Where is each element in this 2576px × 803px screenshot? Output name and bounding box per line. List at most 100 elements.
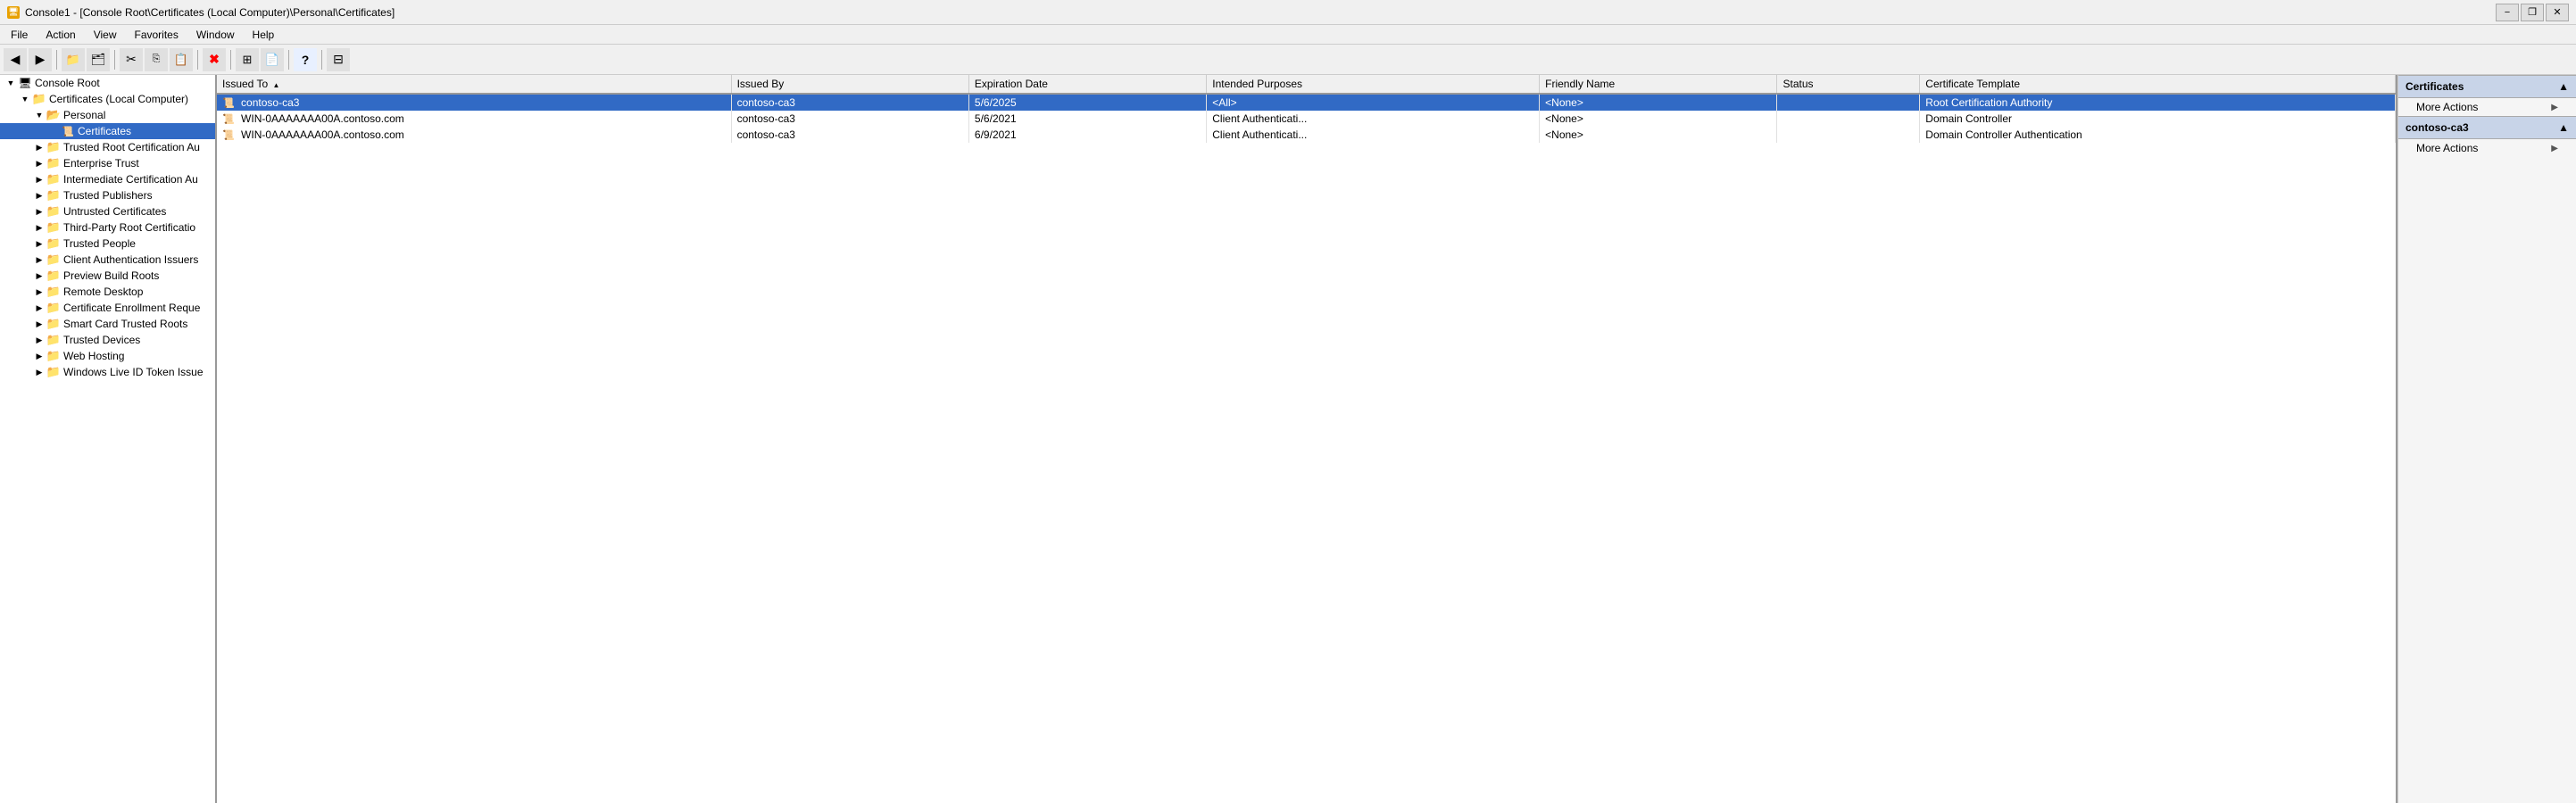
- tree-node-client-auth[interactable]: ▶ 📁 Client Authentication Issuers: [0, 252, 215, 268]
- actions-section-contoso-ca3[interactable]: contoso-ca3 ▲: [2398, 116, 2576, 139]
- table-row[interactable]: 📜 WIN-0AAAAAAA00A.contoso.com contoso-ca…: [217, 127, 2396, 143]
- restore-button[interactable]: ❐: [2521, 4, 2544, 21]
- help-button[interactable]: ?: [294, 48, 317, 71]
- up-button[interactable]: 📁: [62, 48, 85, 71]
- table-row[interactable]: 📜 WIN-0AAAAAAA00A.contoso.com contoso-ca…: [217, 111, 2396, 127]
- tree-label-trusted-devices: Trusted Devices: [63, 334, 140, 346]
- cert-icon: 📜: [222, 114, 235, 125]
- tree-node-remote-desktop[interactable]: ▶ 📁 Remote Desktop: [0, 284, 215, 300]
- expand-certificates[interactable]: [46, 124, 61, 138]
- cell-issued-by: contoso-ca3: [731, 127, 968, 143]
- col-cert-template[interactable]: Certificate Template: [1920, 75, 2396, 94]
- tree-node-intermediate-cert[interactable]: ▶ 📁 Intermediate Certification Au: [0, 171, 215, 187]
- menu-window[interactable]: Window: [189, 27, 242, 43]
- cell-status: [1777, 94, 1920, 111]
- expand-smart-card[interactable]: ▶: [32, 317, 46, 331]
- action-more-actions-certs[interactable]: More Actions ▶: [2398, 98, 2576, 116]
- table-header-row: Issued To ▲ Issued By Expiration Date In…: [217, 75, 2396, 94]
- tree-label-trusted-publishers: Trusted Publishers: [63, 189, 153, 202]
- tree-node-certificates[interactable]: 📜 Certificates: [0, 123, 215, 139]
- tree-label-personal: Personal: [63, 109, 105, 121]
- tree-label-third-party-root: Third-Party Root Certificatio: [63, 221, 195, 234]
- cell-cert-template: Domain Controller: [1920, 111, 2396, 127]
- more-actions-arrow-contoso: ▶: [2551, 144, 2558, 153]
- cell-friendly-name: <None>: [1540, 127, 1777, 143]
- collapse-certificates-icon: ▲: [2558, 80, 2569, 93]
- action-more-actions-contoso[interactable]: More Actions ▶: [2398, 139, 2576, 157]
- expand-console-root[interactable]: ▼: [4, 76, 18, 90]
- expand-third-party-root[interactable]: ▶: [32, 220, 46, 235]
- tree-node-certs-local[interactable]: ▼ 📁 Certificates (Local Computer): [0, 91, 215, 107]
- expand-remote-desktop[interactable]: ▶: [32, 285, 46, 299]
- expand-web-hosting[interactable]: ▶: [32, 349, 46, 363]
- expand-cert-enrollment[interactable]: ▶: [32, 301, 46, 315]
- tree-node-smart-card[interactable]: ▶ 📁 Smart Card Trusted Roots: [0, 316, 215, 332]
- snap-view-button[interactable]: ⊟: [327, 48, 350, 71]
- expand-certs-local[interactable]: ▼: [18, 92, 32, 106]
- tree-node-windows-live[interactable]: ▶ 📁 Windows Live ID Token Issue: [0, 364, 215, 380]
- tree-node-console-root[interactable]: ▼ 🖥 Console Root: [0, 75, 215, 91]
- expand-trusted-publishers[interactable]: ▶: [32, 188, 46, 203]
- expand-personal[interactable]: ▼: [32, 108, 46, 122]
- cell-friendly-name: <None>: [1540, 111, 1777, 127]
- expand-intermediate-cert[interactable]: ▶: [32, 172, 46, 186]
- minimize-button[interactable]: −: [2496, 4, 2519, 21]
- tree-node-third-party-root[interactable]: ▶ 📁 Third-Party Root Certificatio: [0, 219, 215, 236]
- copy-button[interactable]: ⎘: [145, 48, 168, 71]
- menu-view[interactable]: View: [87, 27, 124, 43]
- tree-node-untrusted-certs[interactable]: ▶ 📁 Untrusted Certificates: [0, 203, 215, 219]
- console-tree-button[interactable]: 🗂: [87, 48, 110, 71]
- cell-status: [1777, 111, 1920, 127]
- tree-node-web-hosting[interactable]: ▶ 📁 Web Hosting: [0, 348, 215, 364]
- cell-intended-purposes: Client Authenticati...: [1207, 111, 1540, 127]
- tree-node-enterprise-trust[interactable]: ▶ 📁 Enterprise Trust: [0, 155, 215, 171]
- tree-node-cert-enrollment[interactable]: ▶ 📁 Certificate Enrollment Reque: [0, 300, 215, 316]
- toolbar-separator-2: [114, 50, 115, 70]
- tree-node-preview-build[interactable]: ▶ 📁 Preview Build Roots: [0, 268, 215, 284]
- cut-button[interactable]: ✂: [120, 48, 143, 71]
- tree-node-trusted-people[interactable]: ▶ 📁 Trusted People: [0, 236, 215, 252]
- tree-node-trusted-root[interactable]: ▶ 📁 Trusted Root Certification Au: [0, 139, 215, 155]
- expand-trusted-devices[interactable]: ▶: [32, 333, 46, 347]
- expand-enterprise-trust[interactable]: ▶: [32, 156, 46, 170]
- expand-trusted-root[interactable]: ▶: [32, 140, 46, 154]
- col-issued-by[interactable]: Issued By: [731, 75, 968, 94]
- expand-trusted-people[interactable]: ▶: [32, 236, 46, 251]
- cert-icon: 📜: [222, 98, 235, 109]
- col-intended-purposes[interactable]: Intended Purposes: [1207, 75, 1540, 94]
- tree-node-personal[interactable]: ▼ 📂 Personal: [0, 107, 215, 123]
- expand-client-auth[interactable]: ▶: [32, 252, 46, 267]
- tree-label-preview-build: Preview Build Roots: [63, 269, 159, 282]
- menu-file[interactable]: File: [4, 27, 35, 43]
- expand-untrusted-certs[interactable]: ▶: [32, 204, 46, 219]
- col-status[interactable]: Status: [1777, 75, 1920, 94]
- expand-windows-live[interactable]: ▶: [32, 365, 46, 379]
- export-button[interactable]: 📄: [261, 48, 284, 71]
- paste-button[interactable]: 📋: [170, 48, 193, 71]
- tree-node-trusted-publishers[interactable]: ▶ 📁 Trusted Publishers: [0, 187, 215, 203]
- tree-panel: ▼ 🖥 Console Root ▼ 📁 Certificates (Local…: [0, 75, 217, 803]
- menu-favorites[interactable]: Favorites: [128, 27, 186, 43]
- cell-issued-to: 📜 WIN-0AAAAAAA00A.contoso.com: [217, 127, 731, 143]
- delete-button[interactable]: ✖: [203, 48, 226, 71]
- toolbar: ◀ ▶ 📁 🗂 ✂ ⎘ 📋 ✖ ⊞ 📄 ? ⊟: [0, 45, 2576, 75]
- col-expiration-date[interactable]: Expiration Date: [968, 75, 1206, 94]
- app-icon: 🖥: [7, 6, 20, 19]
- tree-label-client-auth: Client Authentication Issuers: [63, 253, 198, 266]
- menu-action[interactable]: Action: [38, 27, 82, 43]
- back-button[interactable]: ◀: [4, 48, 27, 71]
- cell-friendly-name: <None>: [1540, 94, 1777, 111]
- properties-button[interactable]: ⊞: [236, 48, 259, 71]
- col-issued-to[interactable]: Issued To ▲: [217, 75, 731, 94]
- close-button[interactable]: ✕: [2546, 4, 2569, 21]
- menu-help[interactable]: Help: [245, 27, 282, 43]
- forward-button[interactable]: ▶: [29, 48, 52, 71]
- folder-icon-third-party-root: 📁: [46, 221, 61, 234]
- toolbar-separator-6: [321, 50, 322, 70]
- expand-preview-build[interactable]: ▶: [32, 269, 46, 283]
- actions-section-certificates[interactable]: Certificates ▲: [2398, 75, 2576, 98]
- tree-node-trusted-devices[interactable]: ▶ 📁 Trusted Devices: [0, 332, 215, 348]
- col-friendly-name[interactable]: Friendly Name: [1540, 75, 1777, 94]
- table-row[interactable]: 📜 contoso-ca3 contoso-ca3 5/6/2025 <All>…: [217, 94, 2396, 111]
- content-panel: Issued To ▲ Issued By Expiration Date In…: [217, 75, 2397, 803]
